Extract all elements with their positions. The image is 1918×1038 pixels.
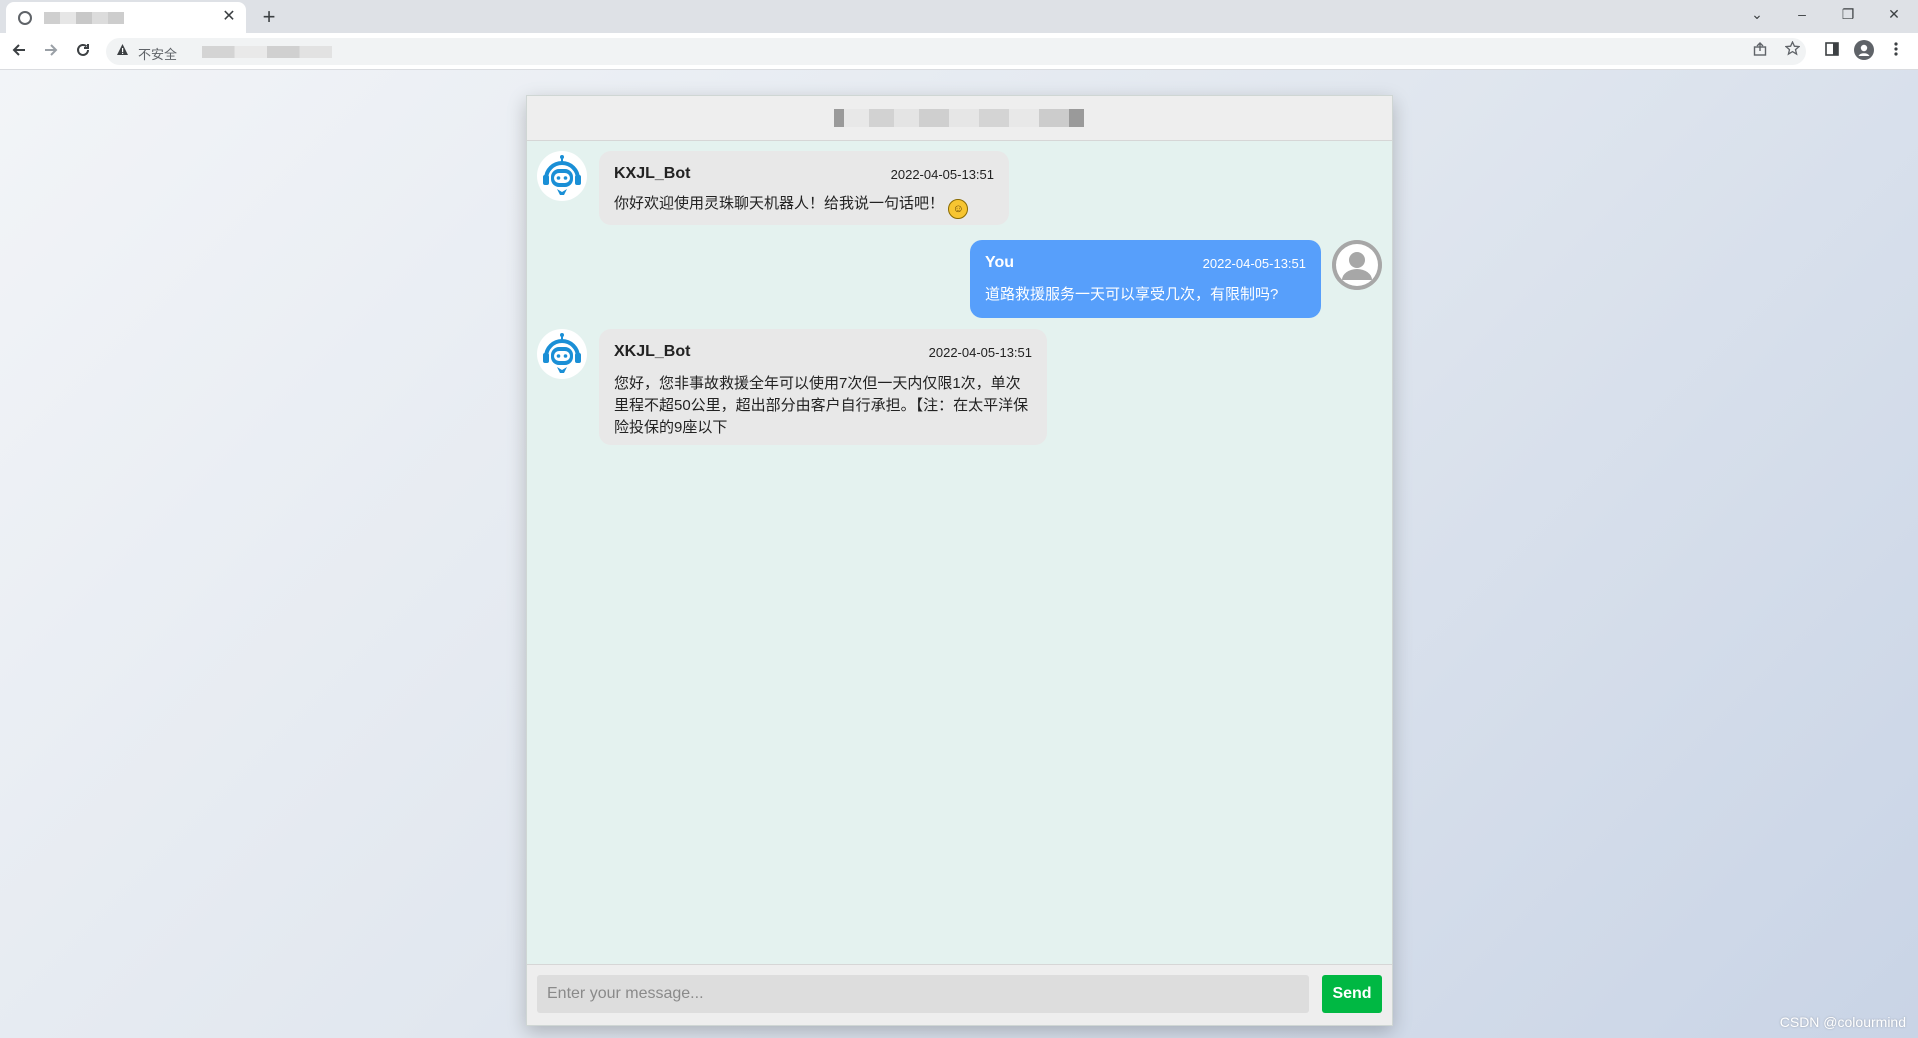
profile-icon[interactable]: [1852, 40, 1876, 64]
send-button[interactable]: Send: [1322, 975, 1382, 1013]
tab-title-redacted: [44, 12, 124, 24]
message-text: 道路救援服务一天可以享受几次，有限制吗?: [985, 286, 1279, 303]
message-time: 2022-04-05-13:51: [890, 167, 994, 182]
browser-tab-bar: ✕ + ⌄ – ❐ ✕: [0, 0, 1918, 33]
message-text: 你好欢迎使用灵珠聊天机器人！给我说一句话吧！: [614, 195, 945, 212]
side-panel-icon[interactable]: [1820, 40, 1844, 64]
message-text: 您好，您非事故救援全年可以使用7次但一天内仅限1次，单次里程不超50公里，超出部…: [614, 375, 1029, 436]
watermark: CSDN @colourmind: [1779, 1014, 1906, 1030]
user-message-bubble: You 2022-04-05-13:51 道路救援服务一天可以享受几次，有限制吗…: [970, 240, 1321, 318]
share-icon[interactable]: [1748, 40, 1772, 64]
message-time: 2022-04-05-13:51: [1202, 256, 1306, 271]
warning-icon: [116, 43, 129, 59]
more-menu-icon[interactable]: [1884, 40, 1908, 64]
address-bar[interactable]: 不安全: [106, 38, 1806, 65]
reload-icon[interactable]: [70, 39, 96, 65]
minimize-button[interactable]: –: [1780, 0, 1824, 28]
message-input[interactable]: [537, 975, 1309, 1013]
browser-toolbar: 不安全: [0, 33, 1918, 70]
bot-avatar: [537, 329, 587, 379]
close-window-button[interactable]: ✕: [1872, 0, 1916, 28]
back-icon[interactable]: [6, 39, 32, 65]
chat-header: [527, 96, 1392, 141]
chat-window: KXJL_Bot 2022-04-05-13:51 你好欢迎使用灵珠聊天机器人！…: [526, 95, 1393, 1026]
bookmark-star-icon[interactable]: [1780, 40, 1804, 64]
bot-avatar: [537, 151, 587, 201]
restore-button[interactable]: ❐: [1826, 0, 1870, 28]
message-text-wrap: 你好欢迎使用灵珠聊天机器人！给我说一句话吧！ ☺: [614, 193, 994, 219]
message-time: 2022-04-05-13:51: [928, 345, 1032, 360]
message-input-bar: Send: [527, 964, 1392, 1025]
url-redacted: [202, 46, 332, 58]
insecure-label: 不安全: [138, 47, 178, 62]
new-tab-button[interactable]: +: [256, 4, 282, 30]
user-avatar: [1332, 240, 1382, 290]
bot-message-bubble: XKJL_Bot 2022-04-05-13:51 您好，您非事故救援全年可以使…: [599, 329, 1047, 445]
chat-title-redacted: [834, 109, 1084, 127]
bot-message-bubble: KXJL_Bot 2022-04-05-13:51 你好欢迎使用灵珠聊天机器人！…: [599, 151, 1009, 225]
globe-icon: [18, 11, 32, 25]
browser-tab[interactable]: ✕: [6, 2, 246, 33]
forward-icon[interactable]: [38, 39, 64, 65]
tab-close-icon[interactable]: ✕: [220, 8, 238, 26]
smile-emoji-icon: ☺: [948, 199, 969, 219]
tab-search-icon[interactable]: ⌄: [1735, 0, 1779, 28]
